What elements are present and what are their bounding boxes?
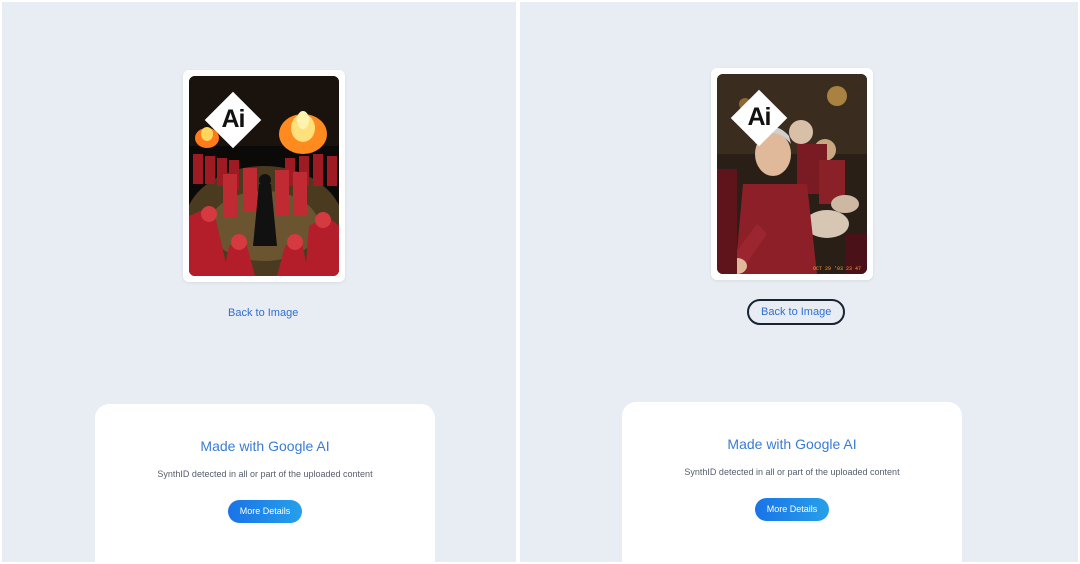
result-title: Made with Google AI xyxy=(727,436,857,452)
more-details-button[interactable]: More Details xyxy=(755,498,829,521)
ai-badge-label: Ai xyxy=(221,105,246,133)
back-to-image-link[interactable]: Back to Image xyxy=(228,307,298,319)
result-panel-left: Ai Back to Image Made with Google AI Syn… xyxy=(2,2,516,562)
back-to-image-button[interactable]: Back to Image xyxy=(747,299,846,325)
result-card: Made with Google AI SynthID detected in … xyxy=(622,402,962,562)
result-description: SynthID detected in all or part of the u… xyxy=(684,467,900,477)
image-thumbnail-frame xyxy=(183,70,345,282)
image-thumbnail-frame: OCT 29 '03 23 47 xyxy=(711,68,873,280)
result-title: Made with Google AI xyxy=(200,438,330,454)
result-card: Made with Google AI SynthID detected in … xyxy=(95,404,435,562)
photo-timestamp: OCT 29 '03 23 47 xyxy=(813,266,861,272)
result-panel-right: OCT 29 '03 23 47 Ai Back to Image Made w… xyxy=(520,2,1078,562)
ai-badge-label: Ai xyxy=(747,103,772,131)
result-description: SynthID detected in all or part of the u… xyxy=(157,469,373,479)
more-details-button[interactable]: More Details xyxy=(228,500,302,523)
